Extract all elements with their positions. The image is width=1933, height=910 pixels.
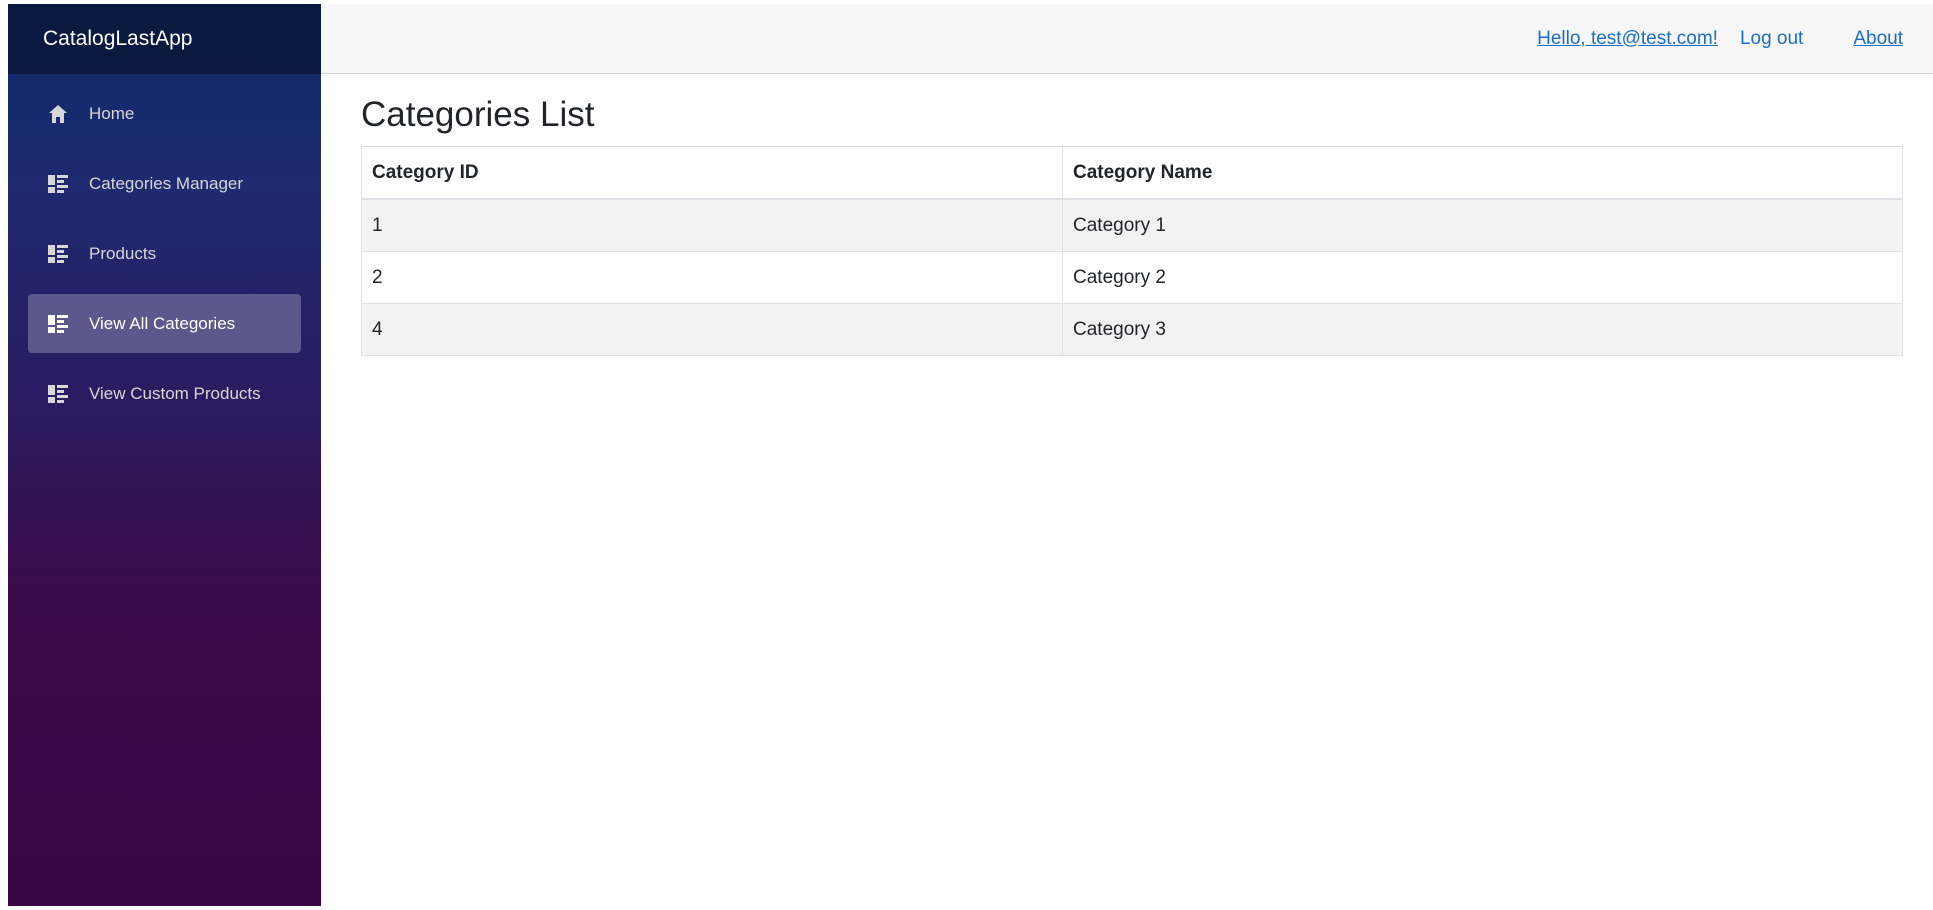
list-icon [47,243,69,265]
sidebar-item-view-custom-products[interactable]: View Custom Products [28,364,301,423]
sidebar-item-label: Categories Manager [89,173,244,193]
sidebar-item-label: Products [89,243,157,263]
page-title: Categories List [361,95,595,134]
category-name-cell: Category 1 [1062,198,1903,252]
column-header-category-name: Category Name [1062,146,1903,200]
categories-table: Category ID Category Name 1 Category 1 2… [361,146,1903,356]
page-content: Categories List Category ID Category Nam… [321,74,1933,356]
column-header-category-id: Category ID [361,146,1063,200]
category-id-cell: 1 [361,198,1063,252]
app-brand[interactable]: CatalogLastApp [43,27,192,51]
user-greeting-link[interactable]: Hello, test@test.com! [1537,28,1718,50]
sidebar: CatalogLastApp Home Categories Manager P… [8,4,321,906]
category-name-cell: Category 2 [1062,251,1903,304]
category-id-cell: 4 [361,303,1063,356]
table-row: 2 Category 2 [361,251,1903,304]
table-row: 1 Category 1 [361,198,1903,252]
sidebar-item-home[interactable]: Home [28,84,301,143]
sidebar-item-label: View All Categories [89,313,236,333]
logout-button[interactable]: Log out [1740,28,1803,50]
main-area: Hello, test@test.com! Log out About Cate… [321,4,1933,906]
sidebar-item-view-all-categories[interactable]: View All Categories [28,294,301,353]
category-id-cell: 2 [361,251,1063,304]
list-icon [47,173,69,195]
sidebar-item-categories-manager[interactable]: Categories Manager [28,154,301,213]
sidebar-nav: Home Categories Manager Products View Al… [8,74,321,444]
category-name-cell: Category 3 [1062,303,1903,356]
table-header-row: Category ID Category Name [361,146,1903,200]
sidebar-item-label: Home [89,103,135,123]
about-link[interactable]: About [1853,28,1903,50]
list-icon [47,313,69,335]
brand-bar: CatalogLastApp [8,4,321,74]
home-icon [47,103,69,125]
app-frame: CatalogLastApp Home Categories Manager P… [8,4,1933,906]
top-bar: Hello, test@test.com! Log out About [321,4,1933,74]
sidebar-item-products[interactable]: Products [28,224,301,283]
table-row: 4 Category 3 [361,303,1903,356]
list-icon [47,383,69,405]
sidebar-item-label: View Custom Products [89,383,261,403]
